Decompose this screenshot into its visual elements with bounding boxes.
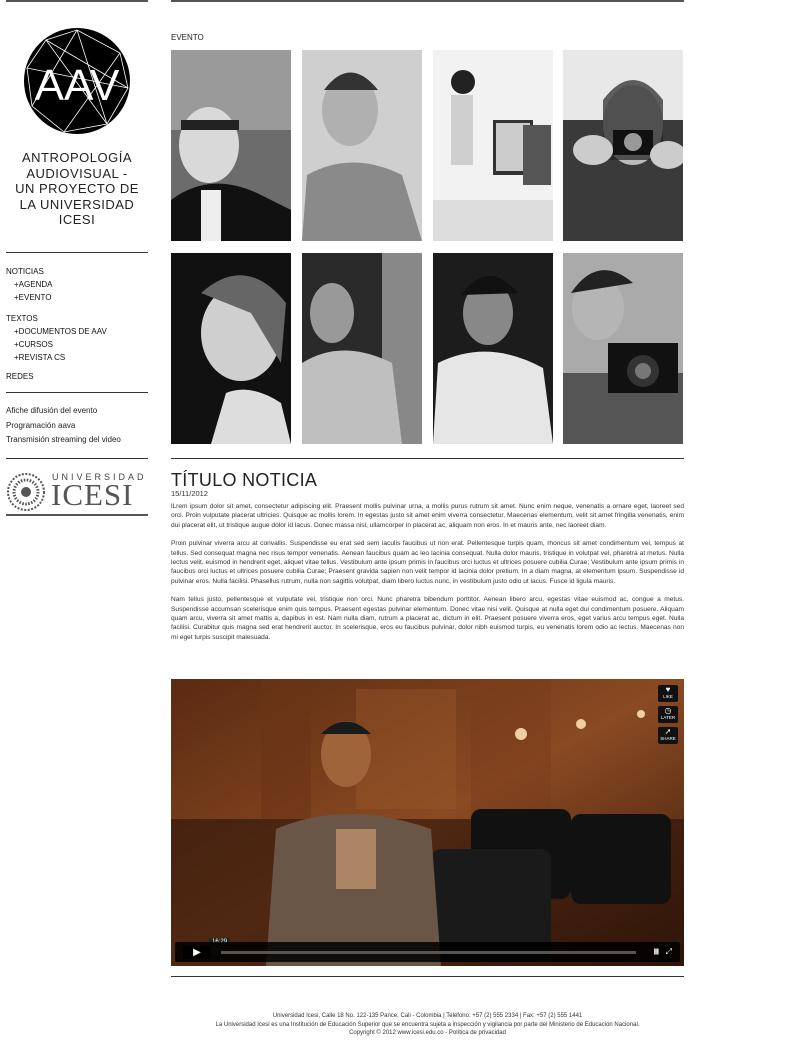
link-streaming[interactable]: Transmisión streaming del video: [6, 433, 121, 448]
nav-cursos[interactable]: +CURSOS: [6, 338, 107, 351]
share-icon: ➚: [664, 727, 672, 736]
logo-text: AAV: [35, 61, 120, 110]
news-paragraph: lLrem ipsum dolor sit amet, consectetur …: [171, 503, 684, 529]
like-button[interactable]: ♥ LIKE: [658, 685, 678, 702]
gallery-photo-6[interactable]: [302, 253, 422, 444]
watch-later-button[interactable]: ◷ LATER: [658, 706, 678, 723]
fullscreen-icon[interactable]: ⤢: [666, 947, 672, 957]
nav-revista[interactable]: +REVISTA CS: [6, 351, 107, 364]
gallery-photo-7[interactable]: [433, 253, 553, 444]
divider: [6, 514, 148, 516]
nav-evento[interactable]: +EVENTO: [6, 291, 107, 304]
icesi-big-text: ICESI: [51, 477, 134, 512]
nav-noticias[interactable]: NOTICIAS: [6, 265, 107, 278]
nav-redes[interactable]: REDES: [6, 370, 107, 383]
video-player[interactable]: ♥LIKE ◷LATER ➚SHARE 16:29 ▶ |||||||| ⤢: [171, 679, 684, 966]
link-programacion[interactable]: Programación aava: [6, 419, 121, 434]
icesi-seal-icon: [7, 473, 45, 511]
clock-icon: ◷: [664, 706, 672, 715]
section-label: EVENTO: [171, 33, 204, 42]
nav-agenda[interactable]: +AGENDA: [6, 278, 107, 291]
video-frame: [171, 679, 684, 966]
news-paragraph: Proin pulvinar viverra arcu at convallis…: [171, 540, 684, 585]
news-title[interactable]: TÍTULO NOTICIA: [171, 470, 317, 491]
sidebar-nav: NOTICIAS +AGENDA +EVENTO TEXTOS +DOCUMEN…: [6, 265, 107, 389]
divider: [6, 458, 148, 459]
divider: [6, 392, 148, 393]
gallery-photo-2[interactable]: [302, 50, 422, 241]
nav-documentos[interactable]: +DOCUMENTOS DE AAV: [6, 325, 107, 338]
video-controls: ▶ |||||||| ⤢: [175, 942, 680, 962]
play-button[interactable]: ▶: [183, 946, 211, 959]
play-icon: ▶: [193, 947, 201, 958]
divider: [6, 252, 148, 253]
footer-legal: La Universidad Icesi es una Institución …: [215, 1021, 640, 1028]
aav-logo[interactable]: AAV: [24, 28, 130, 134]
share-button[interactable]: ➚ SHARE: [658, 727, 678, 744]
video-progress-track[interactable]: [221, 951, 636, 954]
heart-icon: ♥: [665, 685, 671, 694]
photo-grid: [171, 50, 683, 444]
gallery-photo-3[interactable]: [433, 50, 553, 241]
nav-textos[interactable]: TEXTOS: [6, 312, 107, 325]
divider: [171, 976, 684, 977]
news-paragraph: Nam tellus justo, pellentesque et vulput…: [171, 596, 684, 641]
gallery-photo-5[interactable]: [171, 253, 291, 444]
top-rule-left: [6, 0, 148, 2]
site-title: ANTROPOLOGÍA AUDIOVISUAL - UN PROYECTO D…: [15, 150, 139, 227]
footer-copyright[interactable]: Copyright © 2012 www.icesi.edu.co - Polí…: [171, 1029, 684, 1038]
footer: Universidad Icesi, Calle 18 No. 122-135 …: [171, 1012, 684, 1038]
gallery-photo-8[interactable]: [563, 253, 683, 444]
gallery-photo-1[interactable]: [171, 50, 291, 241]
news-date: 15/11/2012: [171, 489, 208, 498]
gallery-photo-4[interactable]: [563, 50, 683, 241]
top-rule-right: [171, 0, 684, 2]
link-afiche[interactable]: Afiche difusión del evento: [6, 404, 121, 419]
divider: [171, 458, 684, 459]
news-body: lLrem ipsum dolor sit amet, consectetur …: [171, 502, 684, 651]
footer-address: Universidad Icesi, Calle 18 No. 122-135 …: [272, 1013, 583, 1019]
volume-icon[interactable]: ||||||||: [654, 949, 660, 955]
sidebar-links: Afiche difusión del evento Programación …: [6, 404, 121, 448]
